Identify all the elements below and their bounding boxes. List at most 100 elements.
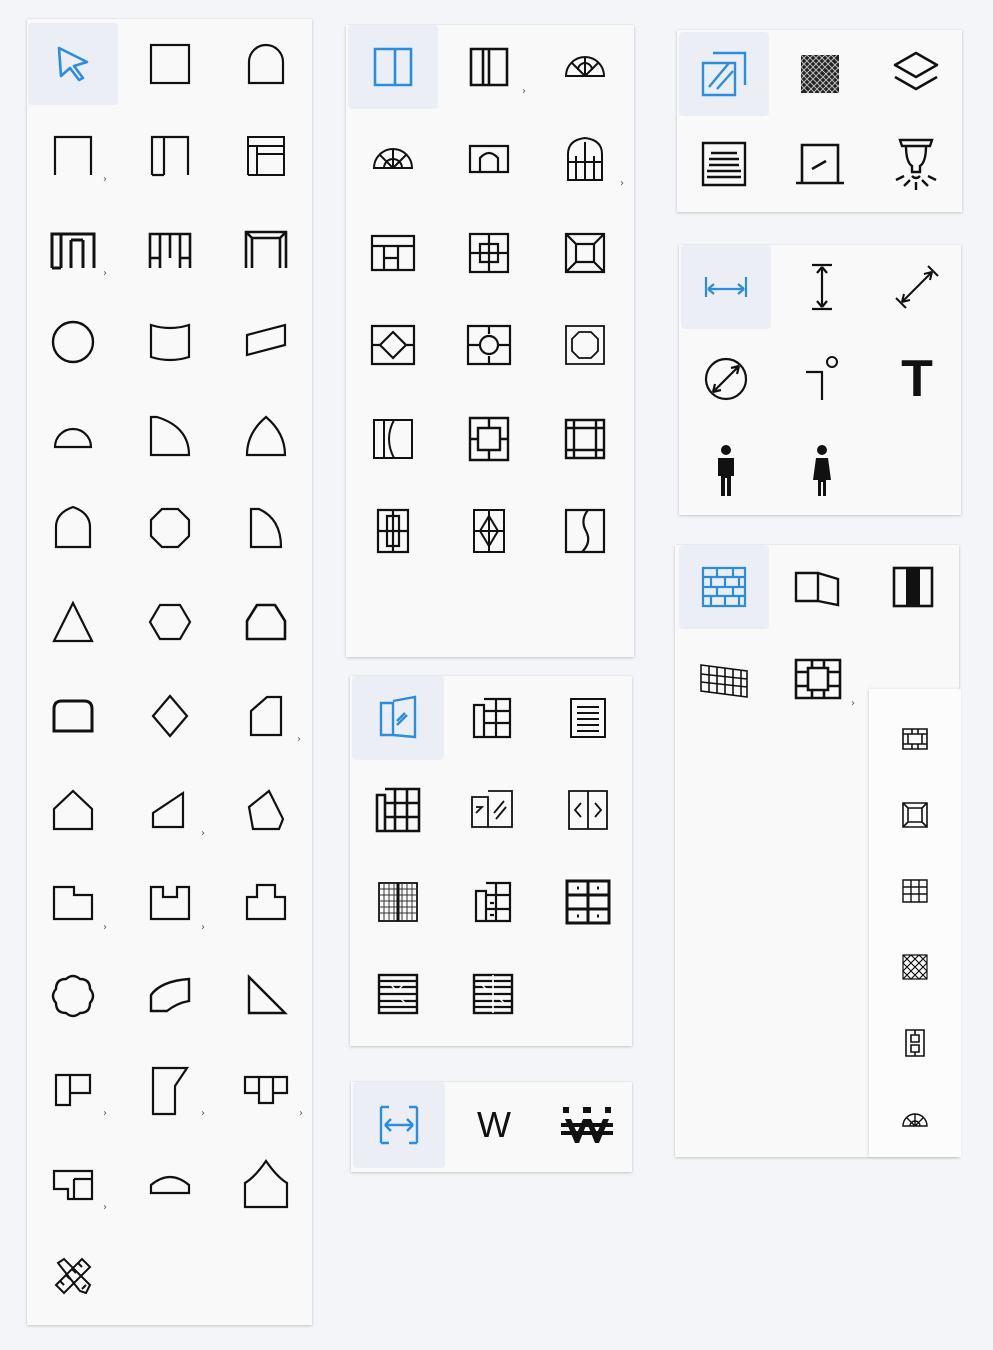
light-fixture-icon[interactable]: [871, 122, 961, 206]
framed-bay-room-icon[interactable]: [221, 209, 311, 291]
double-lattice-door-icon[interactable]: [448, 952, 538, 1036]
half-circle-room-icon[interactable]: [28, 395, 118, 477]
wave-window-icon[interactable]: [540, 489, 630, 573]
quad-door-icon[interactable]: [544, 860, 632, 944]
wall-flyout-menu: [869, 689, 961, 1157]
fan-window-icon[interactable]: [540, 25, 630, 109]
wall-text-icon[interactable]: W: [449, 1082, 539, 1168]
select-tool-icon[interactable]: [28, 23, 118, 105]
submenu-indicator: ›: [851, 698, 855, 709]
casement-window-icon[interactable]: [348, 397, 438, 481]
pentagon-room-icon[interactable]: [28, 769, 118, 851]
low-arch-room-icon[interactable]: [125, 1143, 215, 1225]
grid-door-icon[interactable]: [352, 768, 444, 852]
onion-dome-room-icon[interactable]: [221, 1143, 311, 1225]
rectangle-room-icon[interactable]: [125, 23, 215, 105]
wall-pattern-icon[interactable]: [543, 1082, 631, 1168]
diagonal-frame-window-icon[interactable]: [540, 211, 630, 295]
custom-draw-tool-icon[interactable]: [28, 1235, 118, 1317]
fan-frame-icon[interactable]: [871, 1085, 959, 1153]
windows-palette: › ›: [346, 25, 634, 657]
leader-note-icon[interactable]: [777, 337, 867, 421]
slope-icon[interactable]: [775, 122, 865, 206]
crosshatch-frame-icon[interactable]: [871, 933, 959, 1001]
quarter-circle-room-icon[interactable]: [125, 395, 215, 477]
curved-front-room-icon[interactable]: [125, 301, 215, 383]
d-shaped-room-icon[interactable]: [221, 487, 311, 569]
vertical-bar-window-icon[interactable]: [348, 489, 438, 573]
vertical-diamond-window-icon[interactable]: [444, 489, 534, 573]
louvered-door-icon[interactable]: [544, 676, 632, 760]
octagon-room-icon[interactable]: [125, 487, 215, 569]
mesh-door-icon[interactable]: [352, 860, 444, 944]
gothic-window-icon[interactable]: [540, 117, 630, 201]
submenu-indicator: ›: [103, 1202, 107, 1213]
french-door-icon[interactable]: [544, 768, 632, 852]
trapezoid-room-icon[interactable]: [221, 581, 311, 663]
curved-parallelogram-room-icon[interactable]: [125, 955, 215, 1037]
grid-frame-icon[interactable]: [871, 857, 959, 925]
paneled-door-icon[interactable]: [448, 676, 538, 760]
male-figure-icon[interactable]: [681, 429, 771, 513]
horizontal-dimension-icon[interactable]: [681, 245, 771, 329]
submenu-indicator: ›: [201, 828, 205, 839]
wall-text-label: W: [477, 1104, 511, 1145]
submenu-indicator: ›: [620, 178, 624, 189]
lattice-door-icon[interactable]: [352, 952, 444, 1036]
submenu-indicator: ›: [297, 734, 301, 745]
double-window-icon[interactable]: [444, 25, 534, 109]
square-frame-window-icon[interactable]: [444, 397, 534, 481]
vertical-dimension-icon[interactable]: [777, 245, 867, 329]
pointed-arch-room-icon[interactable]: [221, 395, 311, 477]
diamond-frame-window-icon[interactable]: [348, 303, 438, 387]
cross-shaped-room-icon[interactable]: [221, 1049, 311, 1131]
diagonal-dimension-icon[interactable]: [873, 245, 961, 329]
quatrefoil-room-icon[interactable]: [28, 955, 118, 1037]
column-wall-icon[interactable]: [869, 545, 957, 629]
arch-room-icon[interactable]: [221, 23, 311, 105]
right-triangle-room-icon[interactable]: [221, 955, 311, 1037]
gothic-arch-room-icon[interactable]: [28, 487, 118, 569]
cross-frame-window-icon[interactable]: [444, 211, 534, 295]
hexagon-room-icon[interactable]: [125, 581, 215, 663]
octagon-frame-window-icon[interactable]: [540, 303, 630, 387]
diameter-dimension-icon[interactable]: [681, 337, 771, 421]
width-measure-icon[interactable]: [353, 1082, 445, 1168]
cabinet-door-icon[interactable]: [448, 860, 538, 944]
walls-palette: ›: [675, 545, 961, 1157]
width-palette: W: [351, 1082, 632, 1172]
double-bay-room-icon[interactable]: [125, 115, 215, 197]
submenu-indicator: ›: [103, 174, 107, 185]
grid-window-icon[interactable]: [348, 211, 438, 295]
notched-room-icon[interactable]: [221, 861, 311, 943]
double-frame-icon[interactable]: [871, 1009, 959, 1077]
female-figure-icon[interactable]: [777, 429, 867, 513]
arched-window-icon[interactable]: [444, 117, 534, 201]
double-square-frame-window-icon[interactable]: [540, 397, 630, 481]
folding-wall-icon[interactable]: [773, 545, 863, 629]
glass-material-icon[interactable]: [679, 32, 769, 116]
sliding-door-icon[interactable]: [448, 768, 538, 852]
layers-icon[interactable]: [871, 32, 961, 116]
circle-frame-window-icon[interactable]: [444, 303, 534, 387]
square-frame-icon[interactable]: [871, 781, 959, 849]
cross-panel-wall-icon[interactable]: [773, 637, 863, 721]
rounded-trapezoid-room-icon[interactable]: [28, 675, 118, 757]
alternate-bay-room-icon[interactable]: [125, 209, 215, 291]
panel-door-icon[interactable]: [352, 676, 444, 760]
stairs-icon[interactable]: [679, 122, 769, 206]
triangle-room-icon[interactable]: [28, 581, 118, 663]
notched-frame-icon[interactable]: [871, 705, 959, 773]
single-window-icon[interactable]: [348, 25, 438, 109]
mesh-material-icon[interactable]: [775, 32, 865, 116]
text-tool-icon[interactable]: T: [873, 337, 961, 421]
circle-room-icon[interactable]: [28, 301, 118, 383]
perspective-grid-wall-icon[interactable]: [679, 637, 769, 721]
parallelogram-room-icon[interactable]: [221, 301, 311, 383]
irregular-pentagon-room-icon[interactable]: [221, 769, 311, 851]
brick-wall-icon[interactable]: [679, 545, 769, 629]
diamond-room-icon[interactable]: [125, 675, 215, 757]
half-round-window-icon[interactable]: [348, 117, 438, 201]
text-tool-label: T: [901, 350, 933, 408]
bay-with-window-room-icon[interactable]: [221, 115, 311, 197]
